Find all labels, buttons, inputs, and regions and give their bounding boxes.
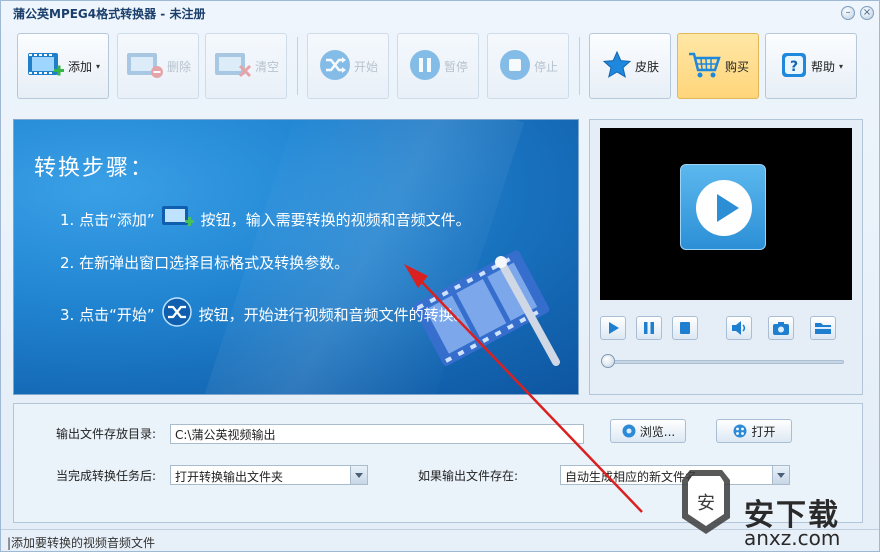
output-dir-label: 输出文件存放目录: <box>56 427 157 441</box>
instructions-banner: 转换步骤： 1. 点击“添加” 按钮，输入需要转换的视频和音频文件。 2. 在新… <box>13 119 579 395</box>
after-task-label: 当完成转换任务后: <box>56 469 157 483</box>
status-bar: |添加要转换的视频音频文件 <box>1 529 879 551</box>
output-dir-input[interactable] <box>170 424 584 444</box>
browse-button-label: 浏览... <box>639 424 676 439</box>
open-film-icon <box>733 424 747 438</box>
play-button[interactable] <box>600 316 626 340</box>
help-dropdown-caret[interactable]: ▾ <box>839 62 843 71</box>
toolbar-divider <box>579 37 580 95</box>
step-1-text-after: 按钮，输入需要转换的视频和音频文件。 <box>200 210 471 229</box>
folder-icon <box>815 323 831 334</box>
shopping-cart-icon <box>687 49 723 84</box>
browse-gear-icon <box>622 424 636 438</box>
clear-button-label: 清空 <box>254 59 279 74</box>
after-task-select[interactable]: 打开转换输出文件夹 <box>170 465 368 485</box>
add-button-label: 添加 <box>67 59 92 74</box>
speaker-icon <box>732 321 746 335</box>
play-circle-icon <box>696 180 752 236</box>
svg-text:?: ? <box>790 59 798 75</box>
big-play-button[interactable] <box>680 164 766 250</box>
add-film-icon <box>161 204 195 234</box>
pause-player-button[interactable] <box>636 316 662 340</box>
pause-icon <box>408 48 442 85</box>
toolbar: 添加 ▾ 删除 清空 开始 暂停 停止 皮肤 购买 ? 帮助 ▾ <box>1 29 880 103</box>
step-2-text: 2. 在新弹出窗口选择目标格式及转换参数。 <box>60 254 350 272</box>
skin-button-label: 皮肤 <box>634 59 659 74</box>
delete-button[interactable]: 删除 <box>117 33 199 99</box>
pause-button[interactable]: 暂停 <box>397 33 479 99</box>
step-3: 3. 点击“开始” 按钮，开始进行视频和音频文件的转换。 <box>60 296 469 332</box>
stop-button[interactable]: 停止 <box>487 33 569 99</box>
preview-player <box>589 119 863 395</box>
stop-button-label: 停止 <box>533 59 558 74</box>
pause-button-label: 暂停 <box>443 59 468 74</box>
buy-button[interactable]: 购买 <box>677 33 759 99</box>
steps-heading: 转换步骤： <box>34 156 155 181</box>
toolbar-divider <box>297 37 298 95</box>
delete-film-icon <box>125 49 165 84</box>
start-button[interactable]: 开始 <box>307 33 389 99</box>
buy-button-label: 购买 <box>724 59 749 74</box>
seek-slider-knob[interactable] <box>601 354 615 368</box>
step-2: 2. 在新弹出窗口选择目标格式及转换参数。 <box>60 252 349 273</box>
start-button-label: 开始 <box>353 59 378 74</box>
help-icon: ? <box>779 50 809 83</box>
camera-icon <box>773 322 789 335</box>
open-output-button[interactable]: 打开 <box>716 419 792 443</box>
if-exists-label: 如果输出文件存在: <box>418 469 519 483</box>
step-1: 1. 点击“添加” 按钮，输入需要转换的视频和音频文件。 <box>60 204 471 234</box>
app-window: 蒲公英MPEG4格式转换器 - 未注册 – × 添加 ▾ 删除 清空 开始 暂停… <box>0 0 880 552</box>
step-3-text-before: 3. 点击“开始” <box>60 305 155 324</box>
after-task-dropdown-arrow[interactable] <box>350 466 367 484</box>
stop-icon <box>680 322 690 334</box>
pause-icon <box>644 322 654 334</box>
open-button-label: 打开 <box>751 424 776 439</box>
stop-icon <box>498 48 532 85</box>
delete-button-label: 删除 <box>166 59 191 74</box>
video-screen[interactable] <box>600 128 852 300</box>
help-button-label: 帮助 <box>810 59 835 74</box>
window-title: 蒲公英MPEG4格式转换器 - 未注册 <box>13 7 206 21</box>
volume-button[interactable] <box>726 316 752 340</box>
if-exists-select[interactable]: 自动生成相应的新文件名 <box>560 465 790 485</box>
skin-button[interactable]: 皮肤 <box>589 33 671 99</box>
if-exists-dropdown-arrow[interactable] <box>772 466 789 484</box>
title-bar: 蒲公英MPEG4格式转换器 - 未注册 – × <box>1 1 879 25</box>
output-settings: 输出文件存放目录: 浏览... 打开 当完成转换任务后: 打开转换输出文件夹 如… <box>13 403 863 523</box>
seek-track[interactable] <box>608 360 844 364</box>
minimize-button[interactable]: – <box>841 6 855 20</box>
add-dropdown-caret[interactable]: ▾ <box>96 62 100 71</box>
if-exists-value: 自动生成相应的新文件名 <box>565 470 698 484</box>
shuffle-icon <box>318 48 352 85</box>
after-task-value: 打开转换输出文件夹 <box>175 470 284 484</box>
step-1-text-before: 1. 点击“添加” <box>60 210 155 229</box>
add-button[interactable]: 添加 ▾ <box>17 33 109 99</box>
add-film-icon <box>26 49 66 84</box>
open-folder-button[interactable] <box>810 316 836 340</box>
clear-film-icon <box>213 49 253 84</box>
play-icon <box>609 322 619 334</box>
help-button[interactable]: ? 帮助 ▾ <box>765 33 857 99</box>
snapshot-button[interactable] <box>768 316 794 340</box>
status-text: |添加要转换的视频音频文件 <box>7 536 156 550</box>
stop-player-button[interactable] <box>672 316 698 340</box>
star-icon <box>601 49 633 84</box>
browse-button[interactable]: 浏览... <box>610 419 686 443</box>
shuffle-icon <box>161 296 193 332</box>
step-3-text-after: 按钮，开始进行视频和音频文件的转换。 <box>198 305 469 324</box>
close-button[interactable]: × <box>860 6 874 20</box>
clear-button[interactable]: 清空 <box>205 33 287 99</box>
